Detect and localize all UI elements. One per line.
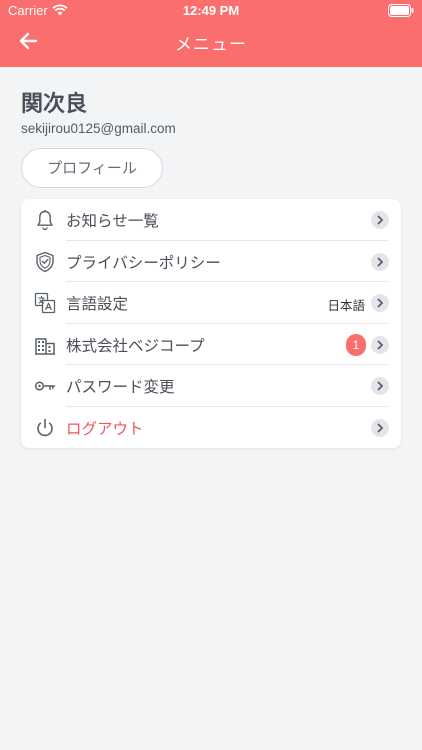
translate-icon [34,292,56,314]
menu-item-label: パスワード変更 [66,378,175,396]
chevron-right-icon [371,252,389,271]
page-title: メニュー [175,35,247,55]
chevron-right-icon [371,294,389,312]
menu-item-label: 株式会社ベジコープ [66,336,205,355]
shield-icon [36,251,54,272]
bell-icon [37,210,53,231]
chevron-right-icon [371,211,389,229]
menu-item-change-password[interactable]: パスワード変更 [21,365,401,407]
menu-list: お知らせ一覧 プライバシーポリシー 言語設定 日本語 株式会社ベジコープ 1 パ… [21,199,401,448]
menu-item-language-settings[interactable]: 言語設定 日本語 [21,282,401,324]
power-icon [37,418,53,436]
current-language-value: 日本語 [327,298,365,313]
key-icon [34,381,56,391]
chevron-right-icon [371,377,389,395]
profile-button[interactable]: プロフィール [21,148,163,188]
user-email: sekijirou0125@gmail.com [21,121,176,136]
menu-item-privacy-policy[interactable]: プライバシーポリシー [21,241,401,282]
building-icon [35,337,55,355]
status-time: 12:49 PM [182,3,240,18]
menu-item-logout[interactable]: ログアウト [21,407,401,449]
status-bar: Carrier 12:49 PM [0,0,422,22]
battery-icon [388,4,414,17]
app-header: Carrier 12:49 PM メニュー [0,0,422,67]
chevron-right-icon [371,335,389,354]
menu-item-label: 言語設定 [66,295,129,313]
menu-item-label: お知らせ一覧 [66,212,159,230]
menu-item-company[interactable]: 株式会社ベジコープ 1 [21,324,401,365]
user-name: 関次良 [21,92,88,117]
menu-item-label: ログアウト [66,419,144,438]
notification-count-badge: 1 [346,333,366,356]
menu-screen: Carrier 12:49 PM メニュー 関次良 sekijirou0125@… [0,0,422,750]
menu-item-label: プライバシーポリシー [66,253,221,272]
menu-item-notifications[interactable]: お知らせ一覧 [21,199,401,241]
chevron-right-icon [371,418,389,437]
